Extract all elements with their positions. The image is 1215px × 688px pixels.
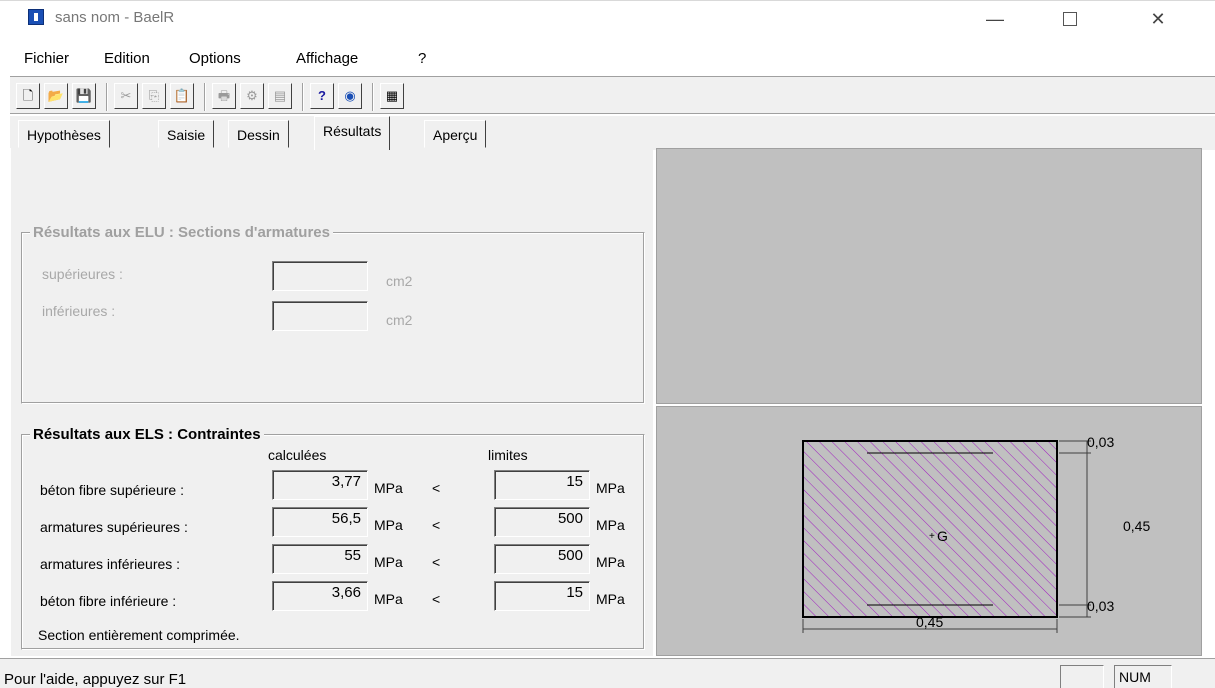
open-folder-icon[interactable]: 📂 — [44, 83, 68, 109]
section-rectangle — [802, 440, 1058, 618]
print-icon[interactable]: 🖶 — [212, 83, 236, 109]
context-help-icon[interactable]: ◉ — [338, 83, 362, 109]
menu-bar: Fichier Edition Options Affichage ? — [0, 42, 1215, 72]
els-unit2-beton-inf: MPa — [596, 591, 625, 607]
drawing-area-top — [656, 148, 1202, 404]
tab-apercu[interactable]: Aperçu — [424, 120, 487, 148]
results-panel: Résultats aux ELU : Sections d'armatures… — [10, 148, 653, 656]
els-header-calculees: calculées — [268, 447, 327, 463]
els-calc-arm-sup: 56,5 — [272, 507, 368, 537]
els-unit2-beton-sup: MPa — [596, 480, 625, 496]
els-label-beton-sup: béton fibre supérieure : — [40, 482, 184, 498]
els-group-title: Résultats aux ELS : Contraintes — [30, 426, 264, 443]
els-calc-beton-sup: 3,77 — [272, 470, 368, 500]
new-file-icon[interactable]: 🗋 — [16, 83, 40, 109]
elu-unit-superieures: cm2 — [386, 273, 413, 289]
tab-resultats[interactable]: Résultats — [314, 116, 391, 150]
dim-cover-top-label: 0,03 — [1087, 434, 1114, 450]
els-unit-beton-sup: MPa — [374, 480, 403, 496]
tab-dessin[interactable]: Dessin — [228, 120, 289, 148]
toolbar-separator — [302, 83, 304, 111]
els-unit2-arm-inf: MPa — [596, 554, 625, 570]
section-drawing-area: 0,45 0,45 0,03 0,03 + G — [656, 406, 1202, 656]
status-help-text: Pour l'aide, appuyez sur F1 — [4, 671, 187, 688]
close-button[interactable]: ✕ — [1138, 5, 1178, 33]
elu-field-inferieures — [272, 301, 368, 331]
copy-icon[interactable]: ⎘ — [142, 83, 166, 109]
tab-strip: Hypothèses Saisie Dessin Résultats Aperç… — [10, 116, 1215, 150]
tab-saisie[interactable]: Saisie — [158, 120, 215, 148]
calculator-icon[interactable]: ▦ — [380, 83, 404, 109]
els-op-arm-inf: < — [432, 554, 441, 570]
status-num: NUM — [1114, 665, 1172, 688]
toolbar: 🗋 📂 💾 ✂ ⎘ 📋 🖶 ⚙ ▤ ? ◉ ▦ — [10, 76, 1215, 114]
els-limit-arm-sup: 500 — [494, 507, 590, 537]
els-unit-arm-inf: MPa — [374, 554, 403, 570]
status-bar: Pour l'aide, appuyez sur F1 NUM — [0, 658, 1215, 688]
minimize-button[interactable]: — — [975, 5, 1015, 33]
elu-label-inferieures: inférieures : — [42, 303, 116, 319]
els-note: Section entièrement comprimée. — [38, 627, 240, 643]
help-icon[interactable]: ? — [310, 83, 334, 109]
els-op-beton-inf: < — [432, 591, 441, 607]
menu-affichage[interactable]: Affichage — [296, 50, 358, 67]
els-op-arm-sup: < — [432, 517, 441, 533]
menu-edition[interactable]: Edition — [104, 50, 150, 67]
elu-group: Résultats aux ELU : Sections d'armatures… — [21, 224, 645, 404]
tab-hypotheses[interactable]: Hypothèses — [18, 120, 110, 148]
print-setup-icon[interactable]: ⚙ — [240, 83, 264, 109]
centroid-marker: + — [929, 531, 935, 542]
els-limit-arm-inf: 500 — [494, 544, 590, 574]
elu-group-title: Résultats aux ELU : Sections d'armatures — [30, 224, 333, 241]
paste-icon[interactable]: 📋 — [170, 83, 194, 109]
toolbar-separator — [204, 83, 206, 111]
toolbar-separator — [372, 83, 374, 111]
els-calc-arm-inf: 55 — [272, 544, 368, 574]
dim-cover-bottom-label: 0,03 — [1087, 598, 1114, 614]
elu-unit-inferieures: cm2 — [386, 312, 413, 328]
centroid-label: G — [937, 528, 948, 544]
els-label-beton-inf: béton fibre inférieure : — [40, 593, 177, 609]
els-unit-arm-sup: MPa — [374, 517, 403, 533]
els-header-limites: limites — [488, 447, 528, 463]
dim-width-label: 0,45 — [916, 614, 943, 630]
preview-icon[interactable]: ▤ — [268, 83, 292, 109]
els-unit2-arm-sup: MPa — [596, 517, 625, 533]
app-icon — [28, 9, 44, 25]
maximize-button[interactable] — [1050, 5, 1090, 33]
title-bar: sans nom - BaelR — ✕ — [0, 0, 1215, 40]
save-icon[interactable]: 💾 — [72, 83, 96, 109]
els-label-arm-inf: armatures inférieures : — [40, 556, 181, 572]
menu-fichier[interactable]: Fichier — [24, 50, 69, 67]
els-group: Résultats aux ELS : Contraintes calculée… — [21, 426, 645, 650]
menu-help[interactable]: ? — [418, 50, 426, 67]
window-title: sans nom - BaelR — [55, 9, 175, 26]
section-drawing: 0,45 0,45 0,03 0,03 + G — [802, 434, 1150, 633]
menu-options[interactable]: Options — [189, 50, 241, 67]
elu-field-superieures — [272, 261, 368, 291]
els-op-beton-sup: < — [432, 480, 441, 496]
elu-label-superieures: supérieures : — [42, 266, 123, 282]
cut-icon[interactable]: ✂ — [114, 83, 138, 109]
status-cell-empty — [1060, 665, 1104, 688]
dim-height-label: 0,45 — [1123, 518, 1150, 534]
els-label-arm-sup: armatures supérieures : — [40, 519, 188, 535]
toolbar-separator — [106, 83, 108, 111]
els-calc-beton-inf: 3,66 — [272, 581, 368, 611]
els-unit-beton-inf: MPa — [374, 591, 403, 607]
els-limit-beton-sup: 15 — [494, 470, 590, 500]
els-limit-beton-inf: 15 — [494, 581, 590, 611]
